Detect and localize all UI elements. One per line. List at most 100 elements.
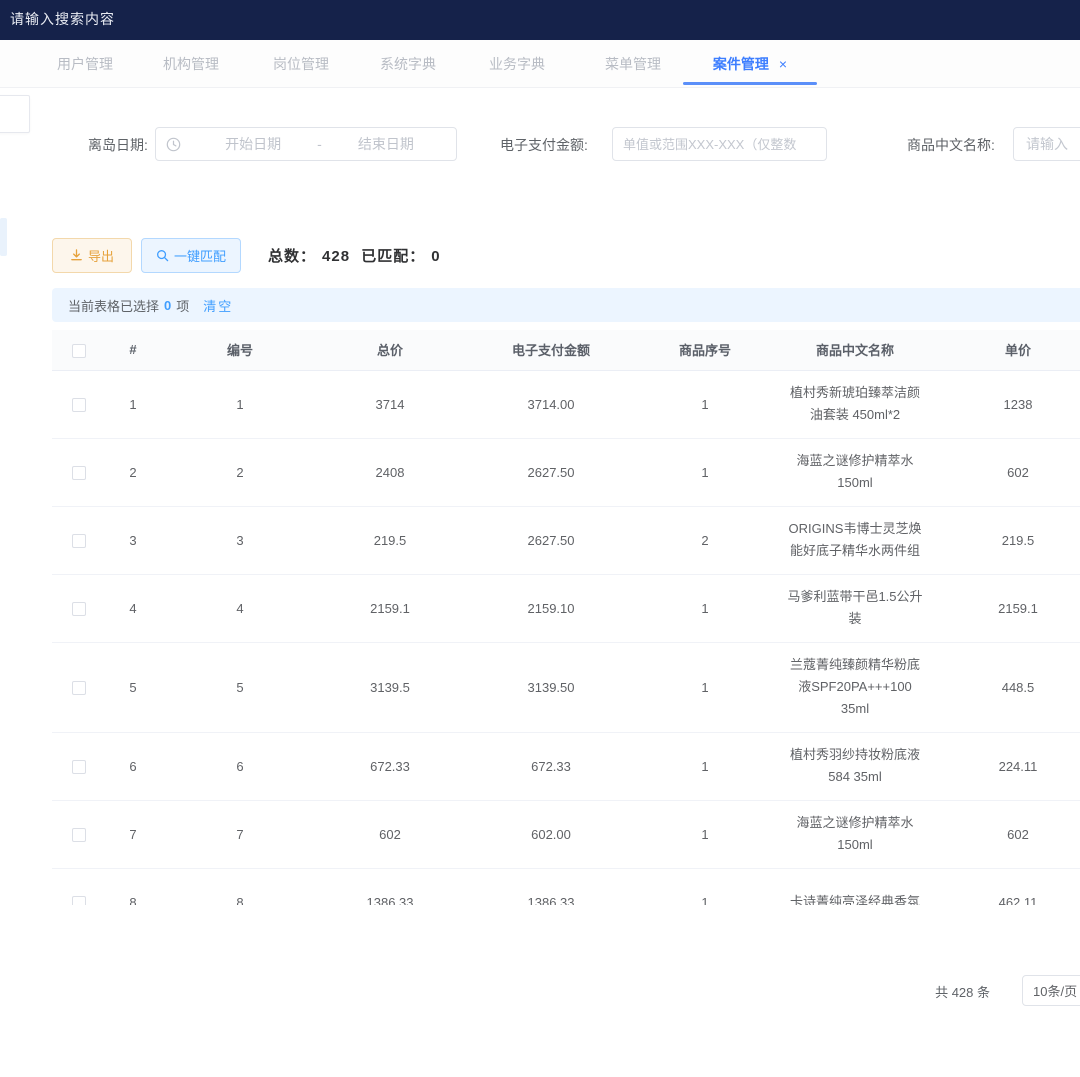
tab-1[interactable]: 用户管理 — [30, 40, 140, 88]
table-cell: 602.00 — [460, 800, 642, 868]
table-cell: 602 — [942, 800, 1080, 868]
table-cell: 5 — [160, 642, 320, 732]
total-label: 总数： — [268, 248, 316, 265]
table-body: 1137143714.001植村秀新琥珀臻萃洁颜油套装 450ml*212382… — [52, 370, 1080, 905]
product-filter-label: 商品中文名称: — [907, 135, 995, 155]
product-name-cell: 兰蔻菁纯臻颜精华粉底液SPF20PA+++100 35ml — [768, 642, 942, 732]
table-cell: 219.5 — [320, 506, 460, 574]
toolbar: 导出 一键匹配 总数：428 已匹配：0 — [0, 238, 1080, 274]
tab-3[interactable]: 岗位管理 — [246, 40, 356, 88]
date-range-input[interactable]: 开始日期 - 结束日期 — [155, 127, 457, 161]
tab-label: 业务字典 — [489, 54, 545, 74]
row-checkbox[interactable] — [72, 681, 86, 695]
table-row: 553139.53139.501兰蔻菁纯臻颜精华粉底液SPF20PA+++100… — [52, 642, 1080, 732]
select-all-checkbox[interactable] — [72, 344, 86, 358]
table-cell: 1 — [642, 732, 768, 800]
table-cell: 1 — [642, 438, 768, 506]
data-table-container: #编号总价电子支付金额商品序号商品中文名称单价 1137143714.001植村… — [52, 330, 1080, 905]
table-cell: 1 — [642, 370, 768, 438]
table-cell: 6 — [106, 732, 160, 800]
table-cell: 2408 — [320, 438, 460, 506]
top-navbar: 请输入搜索内容 — [0, 0, 1080, 40]
table-cell: 1386.33 — [460, 868, 642, 905]
amount-filter-label: 电子支付金额: — [500, 135, 588, 155]
table-cell: 1 — [642, 574, 768, 642]
matched-label: 已匹配： — [361, 248, 425, 265]
table-cell: 1 — [106, 370, 160, 438]
table-cell: 3 — [106, 506, 160, 574]
global-search-input[interactable]: 请输入搜索内容 — [10, 9, 115, 29]
product-name-cell: 植村秀羽纱持妆粉底液 584 35ml — [768, 732, 942, 800]
table-cell: 1 — [642, 642, 768, 732]
row-checkbox[interactable] — [72, 896, 86, 905]
tab-6[interactable]: 菜单管理 — [578, 40, 688, 88]
table-cell: 8 — [106, 868, 160, 905]
table-cell: 2159.1 — [942, 574, 1080, 642]
table-cell: 2 — [106, 438, 160, 506]
filter-bar: 离岛日期: 开始日期 - 结束日期 电子支付金额: 商品中文名称: — [0, 127, 1080, 167]
export-button-label: 导出 — [88, 246, 114, 265]
table-cell: 602 — [942, 438, 1080, 506]
product-name-cell: 海蓝之谜修护精萃水 150ml — [768, 438, 942, 506]
column-header: # — [106, 330, 160, 370]
table-row: 1137143714.001植村秀新琥珀臻萃洁颜油套装 450ml*21238 — [52, 370, 1080, 438]
product-name-input[interactable] — [1013, 127, 1080, 161]
column-header: 商品序号 — [642, 330, 768, 370]
table-cell: 5 — [106, 642, 160, 732]
table-cell: 219.5 — [942, 506, 1080, 574]
one-click-match-button[interactable]: 一键匹配 — [141, 238, 241, 273]
tab-bar: 用户管理机构管理 岗位管理 系统字典 业务字典 菜单管理案件管理× — [0, 40, 1080, 88]
tab-2[interactable]: 机构管理 — [136, 40, 246, 88]
active-tab-underline — [683, 82, 817, 85]
matched-value: 0 — [431, 248, 440, 265]
row-checkbox[interactable] — [72, 398, 86, 412]
product-name-cell: ORIGINS韦博士灵芝焕能好底子精华水两件组 — [768, 506, 942, 574]
table-cell: 8 — [160, 868, 320, 905]
clear-selection-link[interactable]: 清空 — [203, 296, 233, 315]
product-name-cell: 植村秀新琥珀臻萃洁颜油套装 450ml*2 — [768, 370, 942, 438]
export-button[interactable]: 导出 — [52, 238, 132, 273]
product-name-cell: 海蓝之谜修护精萃水 150ml — [768, 800, 942, 868]
page-size-select[interactable]: 10条/页 — [1022, 975, 1080, 1006]
selection-suffix: 项 — [176, 296, 189, 315]
table-cell: 4 — [106, 574, 160, 642]
tab-7[interactable]: 案件管理× — [695, 40, 805, 88]
table-cell: 3139.5 — [320, 642, 460, 732]
tab-5[interactable]: 业务字典 — [462, 40, 572, 88]
selection-count: 0 — [164, 298, 171, 313]
selection-info-bar: 当前表格已选择 0 项 清空 — [52, 288, 1080, 322]
date-filter-label: 离岛日期: — [88, 135, 148, 155]
tab-label: 岗位管理 — [273, 54, 329, 74]
table-row: 33219.52627.502ORIGINS韦博士灵芝焕能好底子精华水两件组21… — [52, 506, 1080, 574]
row-checkbox[interactable] — [72, 466, 86, 480]
table-cell: 1 — [642, 868, 768, 905]
tab-close-icon[interactable]: × — [779, 56, 787, 72]
table-cell: 602 — [320, 800, 460, 868]
table-row: 881386.331386.331卡诗菁纯亮泽经典香氛462.11 — [52, 868, 1080, 905]
table-cell: 7 — [106, 800, 160, 868]
table-cell: 3139.50 — [460, 642, 642, 732]
table-cell: 2627.50 — [460, 438, 642, 506]
clock-icon — [166, 137, 181, 152]
table-cell: 2 — [642, 506, 768, 574]
case-management-page: 请输入搜索内容 用户管理机构管理 岗位管理 系统字典 业务字典 菜单管理案件管理× 离岛… — [0, 0, 1080, 1077]
tab-label: 系统字典 — [380, 54, 436, 74]
table-row: 2224082627.501海蓝之谜修护精萃水 150ml602 — [52, 438, 1080, 506]
table-cell: 4 — [160, 574, 320, 642]
date-separator: - — [313, 136, 326, 152]
data-table: #编号总价电子支付金额商品序号商品中文名称单价 1137143714.001植村… — [52, 330, 1080, 905]
start-date-placeholder[interactable]: 开始日期 — [193, 134, 313, 154]
selection-prefix: 当前表格已选择 — [68, 296, 159, 315]
row-checkbox[interactable] — [72, 602, 86, 616]
end-date-placeholder[interactable]: 结束日期 — [326, 134, 446, 154]
download-icon — [70, 249, 83, 262]
tab-4[interactable]: 系统字典 — [353, 40, 463, 88]
table-cell: 3714 — [320, 370, 460, 438]
row-checkbox[interactable] — [72, 534, 86, 548]
row-checkbox[interactable] — [72, 760, 86, 774]
table-row: 442159.12159.101马爹利蓝带干邑1.5公升装2159.1 — [52, 574, 1080, 642]
table-cell: 448.5 — [942, 642, 1080, 732]
amount-input[interactable] — [612, 127, 827, 161]
table-cell: 224.11 — [942, 732, 1080, 800]
row-checkbox[interactable] — [72, 828, 86, 842]
